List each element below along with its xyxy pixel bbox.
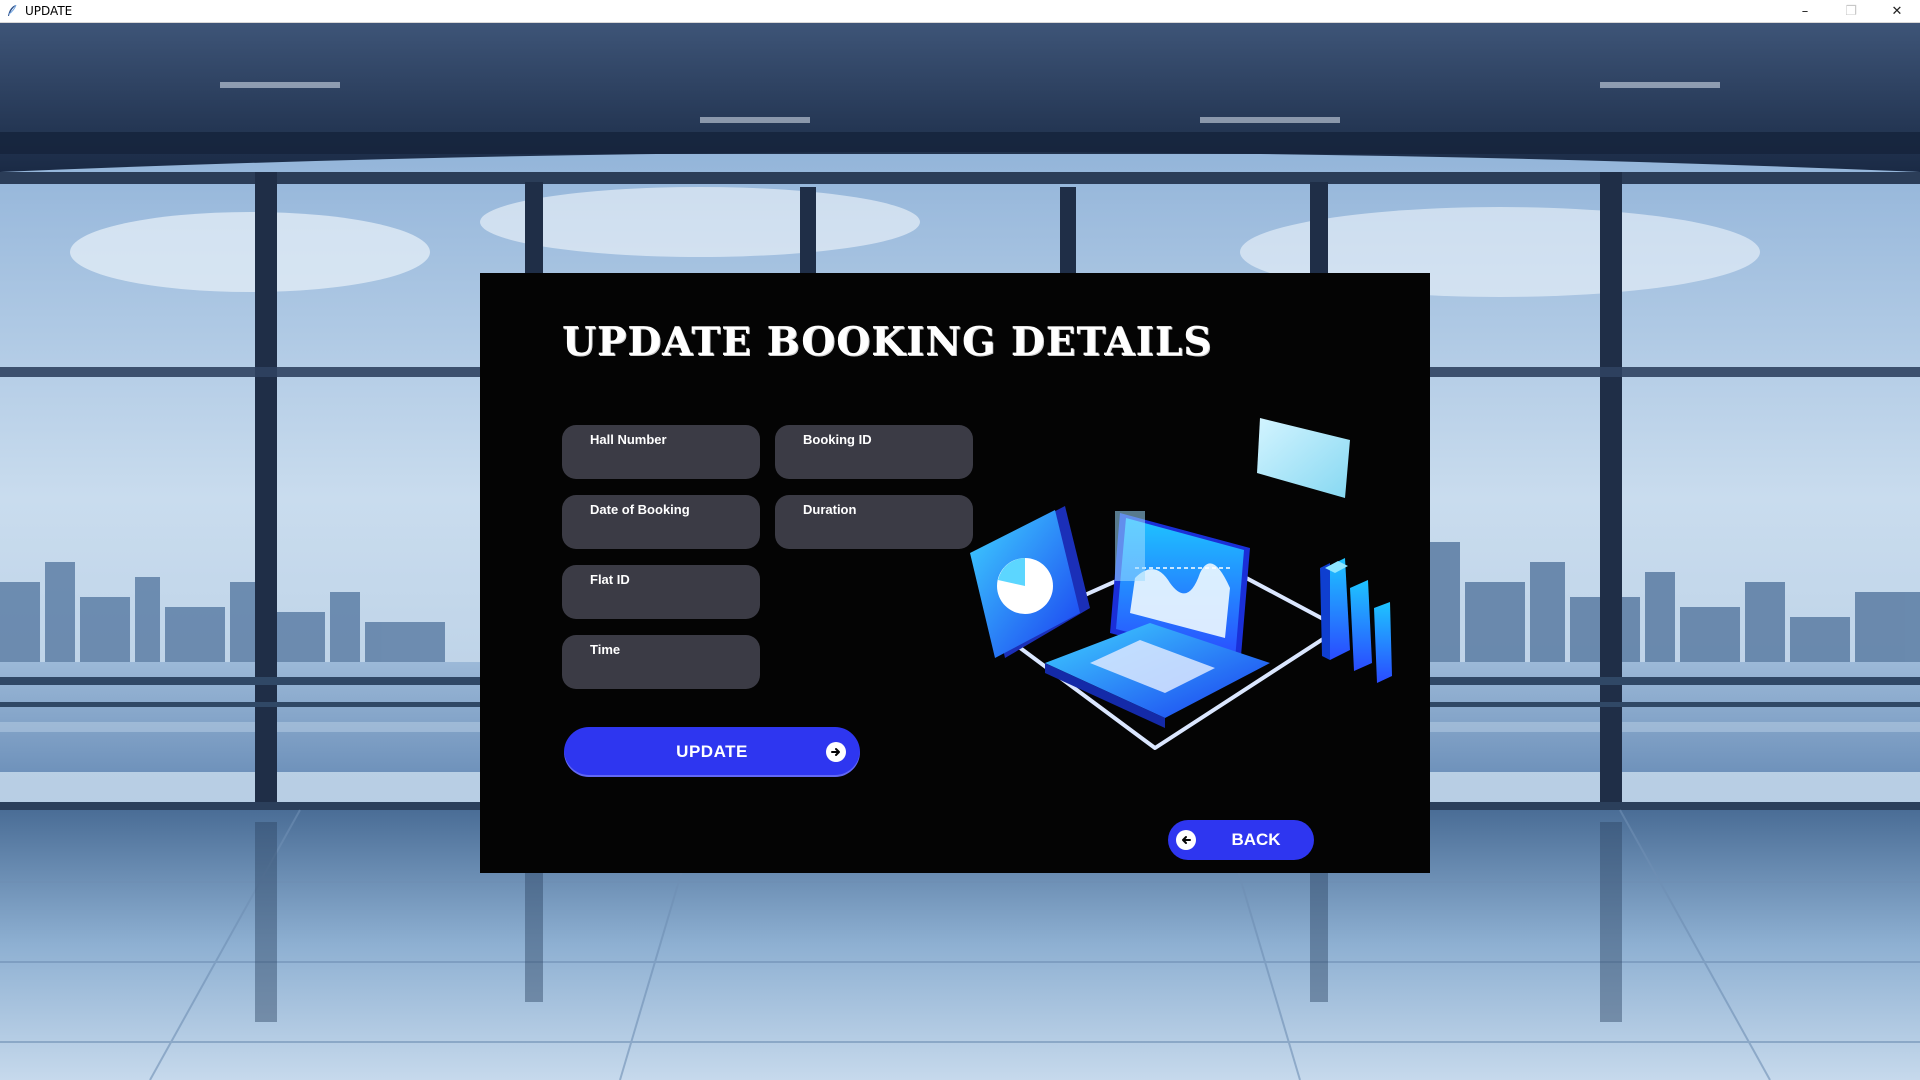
hall-number-input[interactable] <box>590 453 746 473</box>
date-of-booking-field[interactable]: Date of Booking <box>562 495 760 549</box>
page-title: UPDATE BOOKING DETAILS <box>562 319 1213 365</box>
time-field[interactable]: Time <box>562 635 760 689</box>
arrow-left-circle-icon <box>1176 830 1196 850</box>
maximize-button[interactable]: ❐ <box>1828 0 1874 22</box>
window-controls: – ❐ ✕ <box>1782 0 1920 22</box>
date-of-booking-input[interactable] <box>590 523 746 543</box>
hall-number-field[interactable]: Hall Number <box>562 425 760 479</box>
time-label: Time <box>590 642 621 657</box>
update-booking-panel: UPDATE BOOKING DETAILS Hall Number Booki… <box>480 273 1430 873</box>
back-button[interactable]: BACK <box>1168 820 1314 860</box>
minimize-button[interactable]: – <box>1782 0 1828 22</box>
flat-id-input[interactable] <box>590 593 746 613</box>
duration-label: Duration <box>803 502 857 517</box>
booking-id-input[interactable] <box>803 453 959 473</box>
booking-id-label: Booking ID <box>803 432 872 447</box>
flat-id-field[interactable]: Flat ID <box>562 565 760 619</box>
update-button-label: UPDATE <box>676 742 748 761</box>
window-title: UPDATE <box>25 4 73 18</box>
duration-field[interactable]: Duration <box>775 495 973 549</box>
flat-id-label: Flat ID <box>590 572 630 587</box>
date-of-booking-label: Date of Booking <box>590 502 690 517</box>
hall-number-label: Hall Number <box>590 432 667 447</box>
booking-id-field[interactable]: Booking ID <box>775 425 973 479</box>
feather-app-icon <box>5 4 19 18</box>
time-input[interactable] <box>590 663 746 683</box>
laptop-analytics-illustration <box>970 418 1392 750</box>
close-button[interactable]: ✕ <box>1874 0 1920 22</box>
back-button-label: BACK <box>1231 830 1281 849</box>
duration-input[interactable] <box>803 523 959 543</box>
arrow-right-circle-icon <box>826 742 846 762</box>
window-title-bar: UPDATE – ❐ ✕ <box>0 0 1920 23</box>
update-button[interactable]: UPDATE <box>564 727 860 777</box>
